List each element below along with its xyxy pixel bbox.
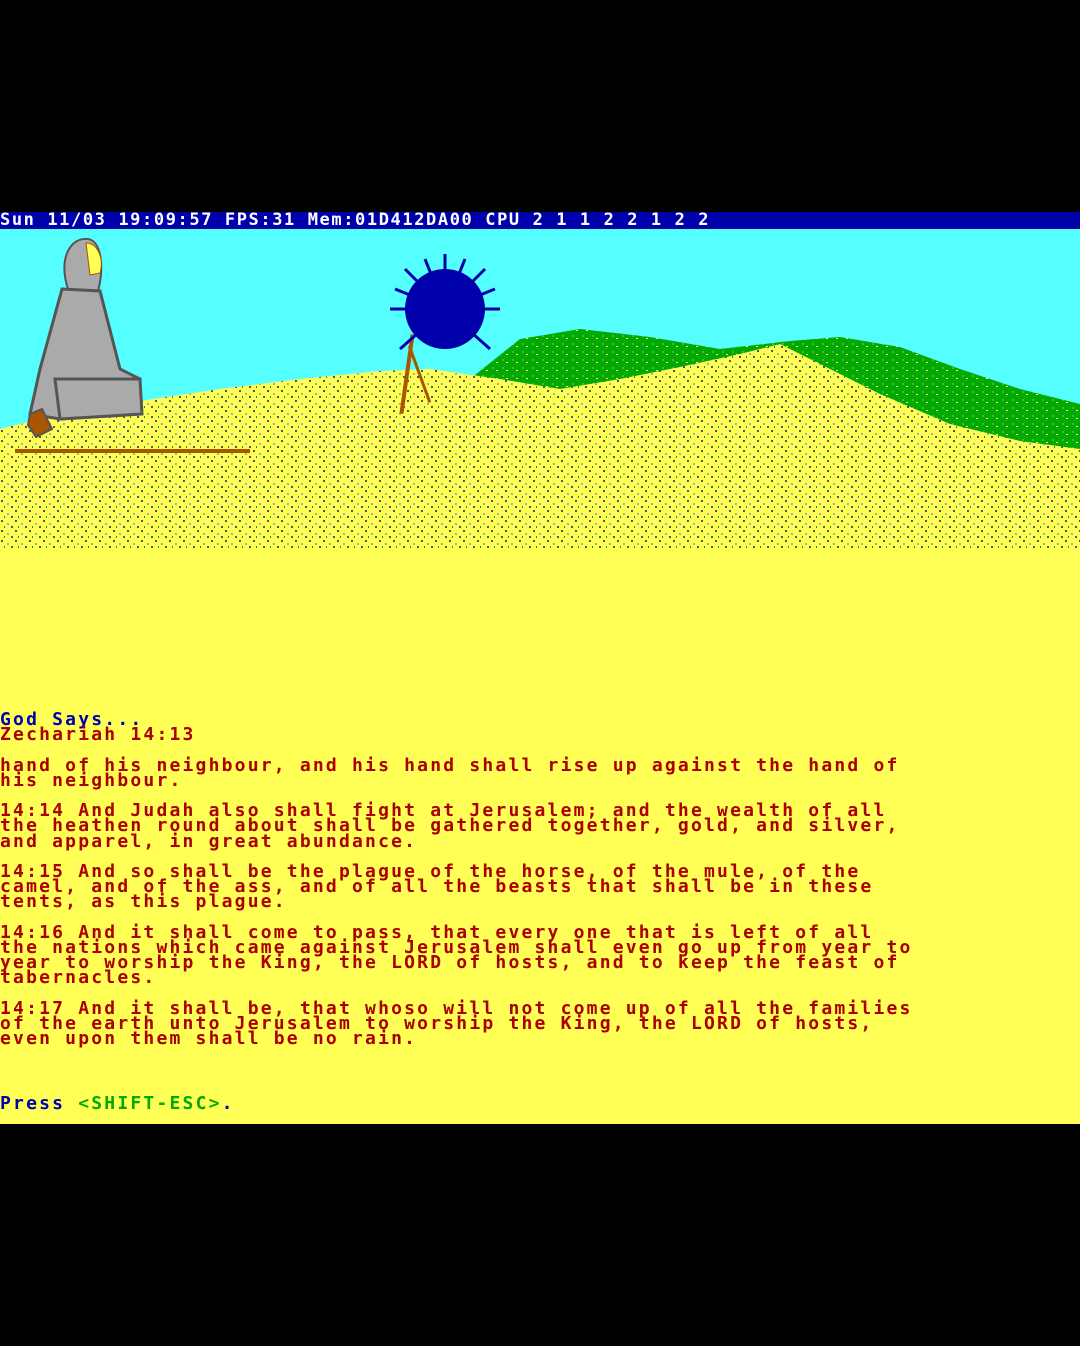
- shift-esc-key-label: <SHIFT-ESC>: [78, 1093, 222, 1114]
- passage-line: year to worship the King, the LORD of ho…: [0, 952, 900, 973]
- prompt-suffix: .: [221, 1093, 235, 1114]
- ground-mat: [15, 449, 250, 453]
- landscape-scene: [0, 229, 1080, 549]
- press-key-prompt[interactable]: Press <SHIFT-ESC>.: [0, 1093, 235, 1114]
- scripture-reference: Zechariah 14:13: [0, 724, 196, 746]
- status-bar-text: Sun 11/03 19:09:57 FPS:31 Mem:01D412DA00…: [0, 212, 711, 230]
- press-label: Press: [0, 1093, 79, 1114]
- status-bar: Sun 11/03 19:09:57 FPS:31 Mem:01D412DA00…: [0, 212, 1080, 229]
- scripture-text-area: God Says... Zechariah 14:13 hand of his …: [0, 710, 1080, 1047]
- terminal-screen: Sun 11/03 19:09:57 FPS:31 Mem:01D412DA00…: [0, 212, 1080, 1124]
